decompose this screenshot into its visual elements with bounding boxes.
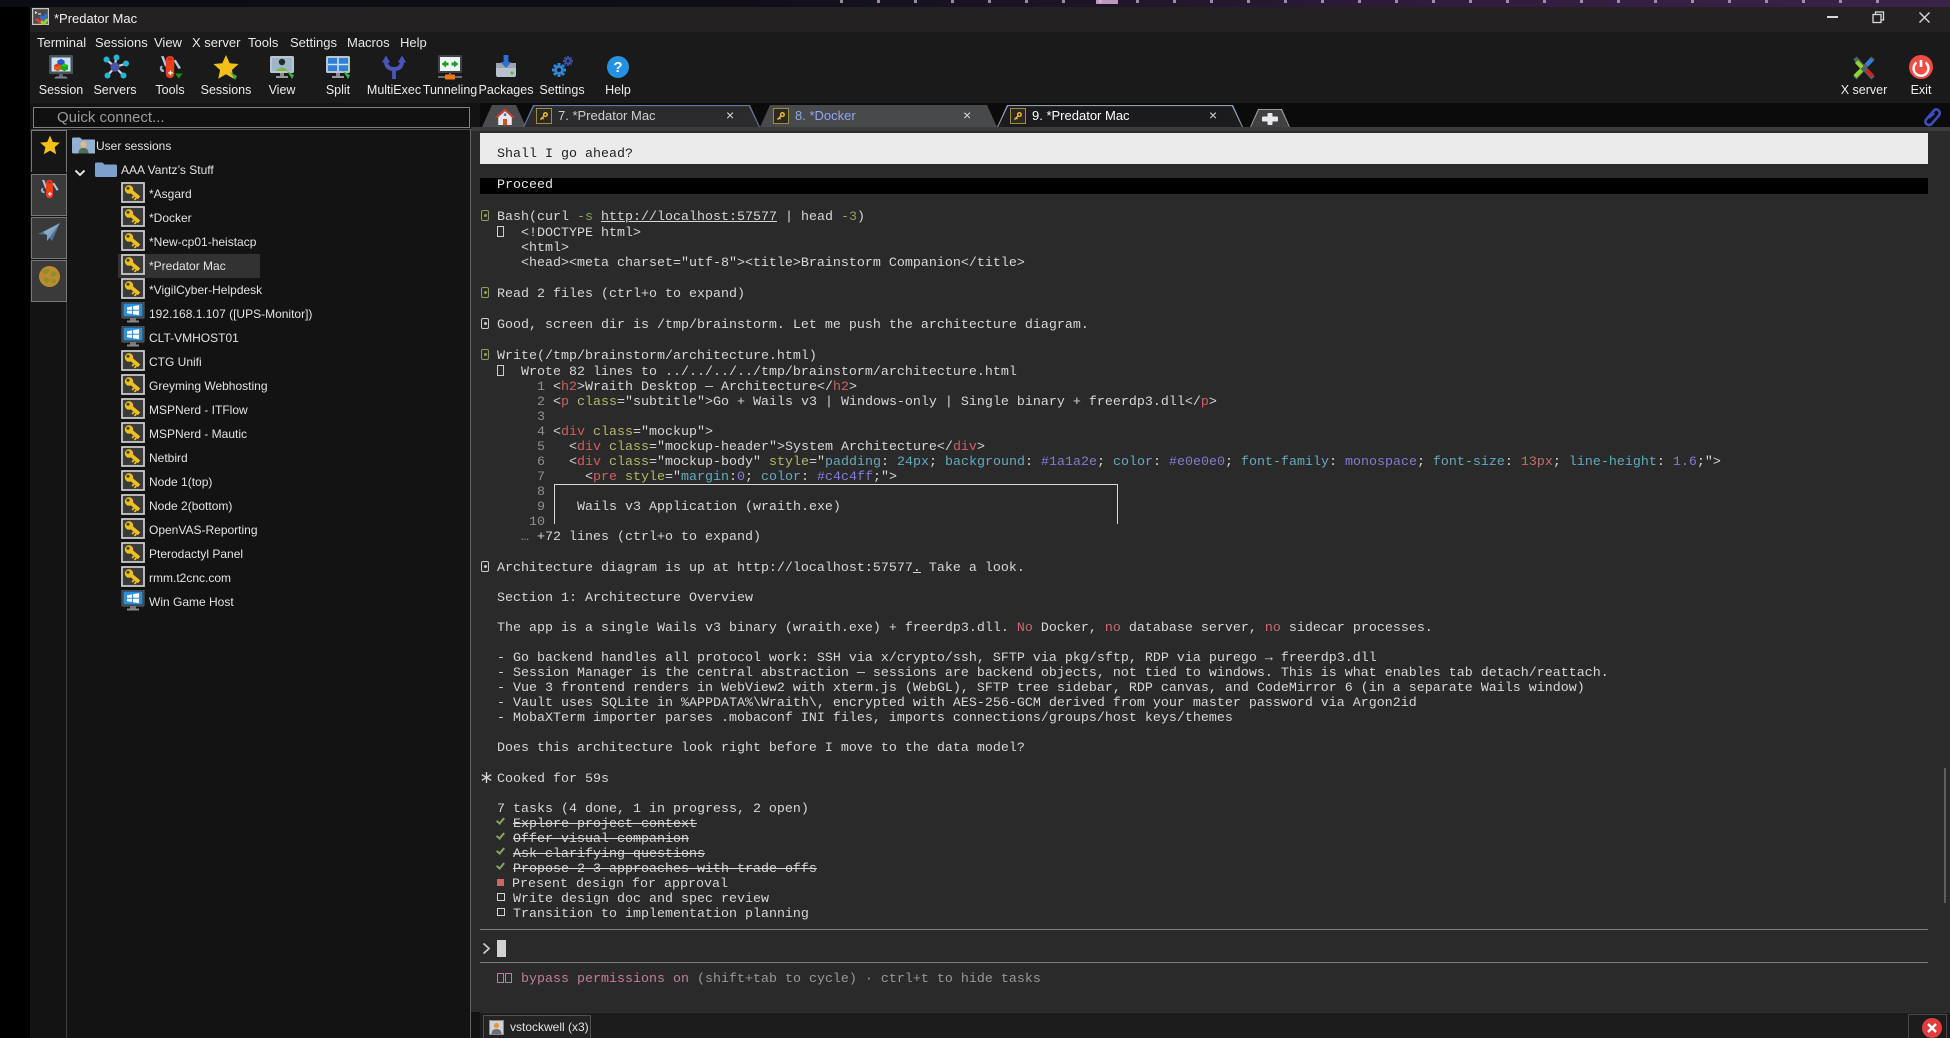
svg-text:?: ?: [613, 59, 622, 76]
